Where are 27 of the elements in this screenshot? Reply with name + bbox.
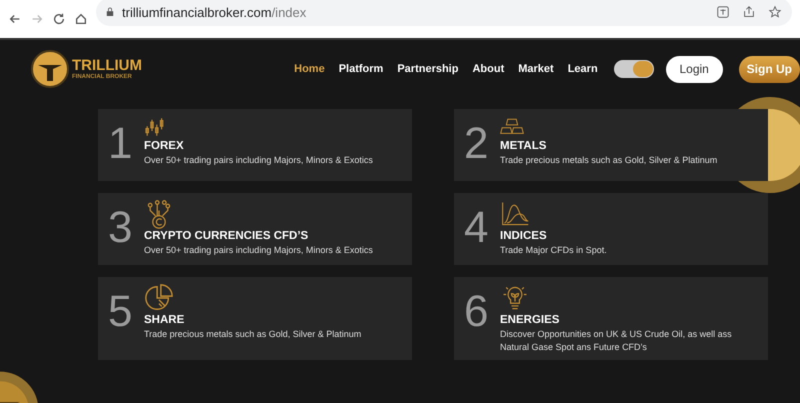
- card-description: Trade precious metals such as Gold, Silver & Platinum: [500, 154, 718, 167]
- card-title: SHARE: [144, 314, 186, 326]
- card-description: Over 50+ trading pairs including Majors, Minors & Exotics: [144, 244, 373, 257]
- card-number: 5: [108, 287, 134, 337]
- address-bar[interactable]: trilliumfinancialbroker.com/index: [96, 0, 792, 26]
- card-title: METALS: [500, 140, 548, 152]
- card-title: CRYPTO CURRENCIES CFD’S: [144, 230, 310, 242]
- card-title: ENERGIES: [500, 314, 560, 326]
- card-number: 6: [464, 287, 490, 337]
- login-button[interactable]: Login: [666, 56, 723, 82]
- nav-link[interactable]: Learn: [568, 63, 598, 75]
- nav-link[interactable]: Home: [294, 63, 325, 75]
- nav-link[interactable]: Partnership: [397, 63, 458, 75]
- card-title: INDICES: [500, 230, 548, 242]
- logo-name[interactable]: TRILLIUM: [72, 58, 142, 74]
- card-description: Discover Opportunities on UK & US Crude Oil, as well ass Natural Gase Spot ans Future CFD’s: [500, 328, 733, 354]
- card-number: 3: [108, 203, 134, 253]
- nav-link[interactable]: Platform: [338, 63, 384, 75]
- card-description: Trade Major CFDs in Spot.: [500, 244, 607, 257]
- card-number: 4: [464, 203, 490, 253]
- card-number: 2: [464, 119, 490, 169]
- card-description: Trade precious metals such as Gold, Silver & Platinum: [144, 328, 362, 341]
- nav-link[interactable]: About: [472, 63, 504, 75]
- card-number: 1: [108, 119, 134, 169]
- card-title: FOREX: [144, 140, 185, 152]
- nav-link[interactable]: Market: [518, 63, 554, 75]
- card-description: Over 50+ trading pairs including Majors, Minors & Exotics: [144, 154, 373, 167]
